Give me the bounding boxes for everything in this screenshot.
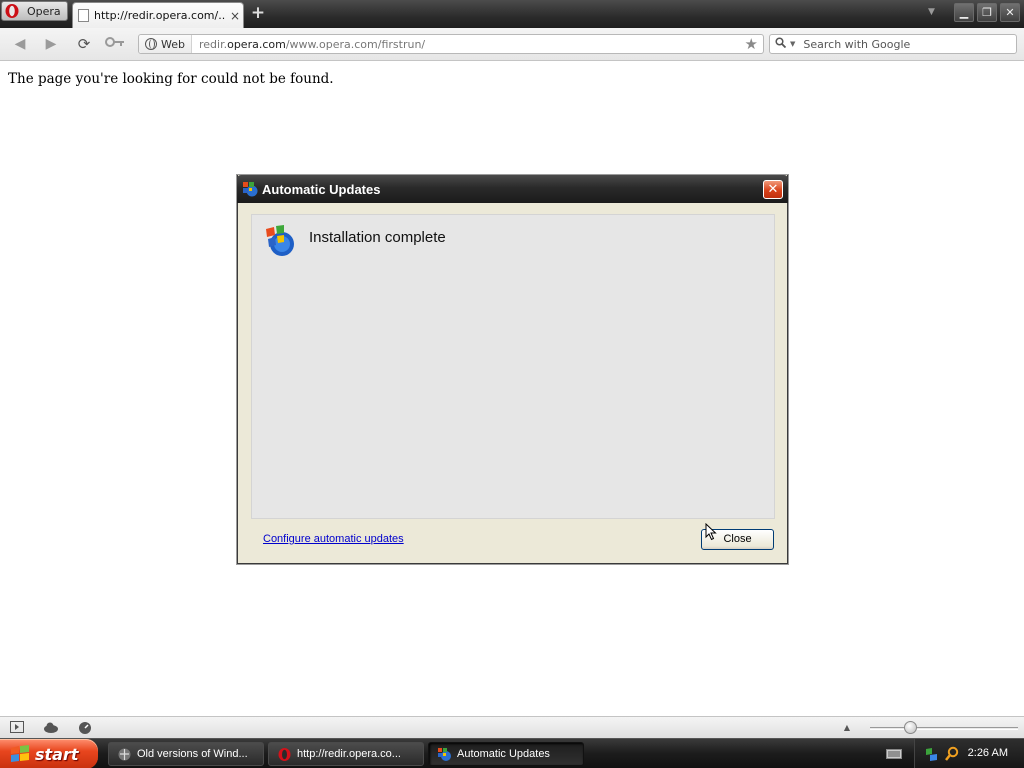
dialog-title: Automatic Updates [262, 181, 381, 197]
close-icon: ✕ [1005, 6, 1015, 19]
windows-taskbar: start Old versions of Wind... http://red… [0, 738, 1024, 768]
dialog-heading: Installation complete [309, 229, 446, 246]
speed-turbo-icon[interactable] [77, 721, 93, 735]
start-button[interactable]: start [0, 739, 98, 768]
bookmark-star-icon[interactable]: ★ [745, 35, 758, 53]
search-icon[interactable] [944, 746, 960, 762]
restore-icon: ❐ [982, 6, 992, 19]
taskbar-item-label: http://redir.opera.co... [297, 748, 401, 760]
forward-arrow-icon[interactable]: ▶ [40, 34, 62, 54]
zoom-slider[interactable] [870, 727, 1018, 730]
keyboard-icon[interactable] [886, 748, 902, 760]
system-tray: 2:26 AM [914, 739, 1024, 768]
dialog-panel: Installation complete [251, 214, 775, 519]
tab-redir-opera[interactable]: http://redir.opera.com/... × [72, 2, 244, 28]
browser-tab-bar: Opera http://redir.opera.com/... × + ▼ ▁… [0, 0, 1024, 28]
mouse-cursor-icon [705, 522, 717, 541]
minimize-icon: ▁ [959, 6, 969, 19]
taskbar-item-automatic-updates[interactable]: Automatic Updates [428, 742, 584, 766]
tab-title: http://redir.opera.com/... [94, 9, 226, 22]
taskbar-item-opera[interactable]: http://redir.opera.co... [268, 742, 424, 766]
browser-status-bar: ▲ [0, 716, 1024, 738]
url-prefix: redir. [198, 37, 228, 51]
browser-page-icon [117, 747, 132, 762]
panel-toggle-icon[interactable] [9, 721, 25, 735]
taskbar-item-label: Old versions of Wind... [137, 748, 248, 760]
dialog-close-x-button[interactable]: ✕ [763, 180, 783, 199]
web-badge-label: Web [161, 37, 185, 51]
tab-close-icon[interactable]: × [230, 9, 240, 23]
opera-logo-icon [2, 2, 22, 20]
search-input[interactable]: ▼ Search with Google [769, 34, 1017, 54]
url-path: /www.opera.com/firstrun/ [285, 37, 426, 51]
page-icon [78, 9, 89, 22]
zoom-slider-thumb[interactable] [904, 721, 917, 734]
configure-updates-link[interactable]: Configure automatic updates [263, 533, 404, 545]
opera-logo-icon [277, 747, 292, 762]
zoom-menu-chevron-up-icon[interactable]: ▲ [839, 721, 855, 735]
search-placeholder: Search with Google [803, 37, 911, 51]
windows-update-icon [263, 224, 297, 258]
start-label: start [35, 744, 79, 764]
search-engine-chevron-down-icon[interactable]: ▼ [790, 40, 795, 48]
windows-update-icon [437, 747, 452, 762]
new-tab-button[interactable]: + [249, 4, 267, 22]
not-found-message: The page you're looking for could not be… [8, 71, 334, 87]
automatic-updates-dialog: Automatic Updates ✕ Installation complet… [237, 175, 788, 564]
url-text[interactable]: redir.opera.com/www.opera.com/firstrun/ [199, 38, 745, 51]
opera-menu-label: Opera [27, 4, 61, 18]
taskbar-item-label: Automatic Updates [457, 748, 550, 760]
opera-menu-button[interactable]: Opera [1, 1, 68, 21]
tab-list-chevron-icon[interactable]: ▼ [928, 7, 935, 17]
url-domain: opera.com [227, 37, 286, 51]
clock: 2:26 AM [967, 747, 1008, 759]
dialog-titlebar[interactable]: Automatic Updates ✕ [237, 175, 788, 203]
minimize-button[interactable]: ▁ [954, 3, 974, 22]
opera-unite-cloud-icon[interactable] [43, 721, 59, 735]
back-arrow-icon[interactable]: ◀ [9, 34, 31, 54]
restore-button[interactable]: ❐ [977, 3, 997, 22]
address-field[interactable]: Web redir.opera.com/www.opera.com/firstr… [138, 34, 764, 54]
reload-icon[interactable]: ⟳ [73, 34, 95, 54]
windows-update-icon [242, 181, 258, 197]
key-icon[interactable] [104, 34, 126, 54]
close-window-button[interactable]: ✕ [1000, 3, 1020, 22]
windows-flag-icon [10, 745, 30, 763]
search-icon [770, 37, 790, 51]
taskbar-item-old-versions[interactable]: Old versions of Wind... [108, 742, 264, 766]
network-icon[interactable] [924, 746, 940, 762]
web-badge[interactable]: Web [139, 35, 192, 53]
address-toolbar: ◀ ▶ ⟳ Web redir.opera.com/www.opera.com/… [0, 28, 1024, 61]
globe-icon [145, 38, 157, 50]
